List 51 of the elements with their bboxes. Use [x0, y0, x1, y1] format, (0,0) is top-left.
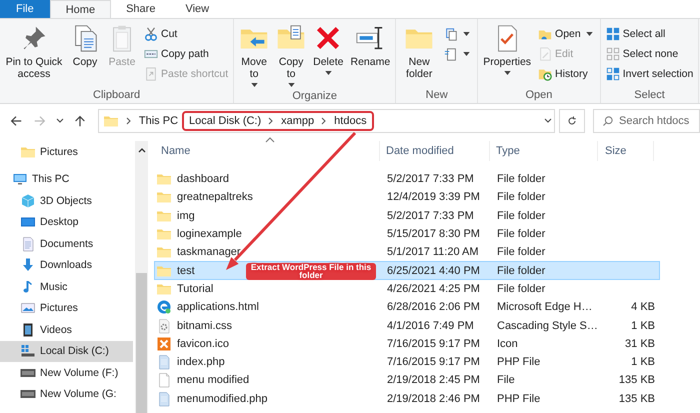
- file-type: File folder: [497, 282, 546, 295]
- date-modified: 5/15/2017 8:30 PM: [387, 228, 480, 240]
- group-label: Organize: [292, 90, 337, 102]
- file-type: Cascading Style S…: [497, 320, 598, 332]
- group-label: Clipboard: [93, 89, 140, 101]
- date-modified: 2/19/2018 2:45 PM: [387, 374, 480, 386]
- date-modified: 5/2/2017 7:33 PM: [387, 173, 474, 186]
- file-name: bitnami.css: [177, 320, 232, 332]
- file-name: test: [177, 264, 195, 277]
- group-label: New: [426, 89, 448, 101]
- file-type: Icon: [497, 338, 518, 350]
- date-modified: 4/26/2021 4:25 PM: [387, 282, 480, 295]
- date-modified: 6/25/2021 4:40 PM: [387, 264, 480, 277]
- date-modified: 7/16/2015 9:17 PM: [387, 356, 480, 368]
- file-size: 31 KB: [625, 338, 655, 350]
- file-type: PHP File: [497, 356, 540, 368]
- date-modified: 6/28/2016 2:06 PM: [387, 301, 480, 314]
- file-name: greatnepaltreks: [177, 191, 253, 204]
- date-modified: 5/2/2017 7:33 PM: [387, 210, 474, 222]
- file-type: File folder: [497, 173, 546, 186]
- file-name: img: [177, 210, 195, 222]
- file-name: taskmanager: [177, 246, 241, 258]
- group-label: Open: [526, 89, 552, 101]
- file-type: File: [497, 374, 515, 386]
- file-name: dashboard: [177, 173, 229, 186]
- file-type: File folder: [497, 210, 546, 222]
- file-type: PHP File: [497, 392, 540, 405]
- file-size: 135 KB: [618, 392, 655, 405]
- file-name: loginexample: [177, 228, 242, 240]
- annotation-tooltip: Extract WordPress File in this folder: [246, 262, 376, 280]
- file-type: File folder: [497, 264, 546, 277]
- date-modified: 5/1/2017 11:20 AM: [387, 246, 479, 258]
- file-size: 1 KB: [631, 356, 655, 368]
- file-size: 4 KB: [631, 301, 655, 314]
- date-modified: 4/1/2016 7:49 PM: [387, 320, 474, 332]
- file-name: menu modified: [177, 374, 250, 386]
- group-label: Select: [634, 89, 665, 101]
- date-modified: 7/16/2015 9:17 PM: [387, 338, 480, 350]
- file-name: Tutorial: [177, 282, 214, 295]
- file-type: File folder: [497, 191, 546, 204]
- file-type: File folder: [497, 228, 546, 240]
- date-modified: 2/19/2018 2:46 PM: [387, 392, 480, 405]
- file-size: 1 KB: [631, 320, 655, 332]
- file-name: index.php: [177, 356, 225, 368]
- file-name: favicon.ico: [177, 338, 229, 350]
- file-name: menumodified.php: [177, 392, 268, 405]
- file-type: File folder: [497, 246, 546, 258]
- file-type: Microsoft Edge H…: [497, 301, 592, 314]
- date-modified: 12/4/2019 3:39 PM: [387, 191, 480, 204]
- file-size: 135 KB: [618, 374, 655, 386]
- file-name: applications.html: [177, 301, 259, 314]
